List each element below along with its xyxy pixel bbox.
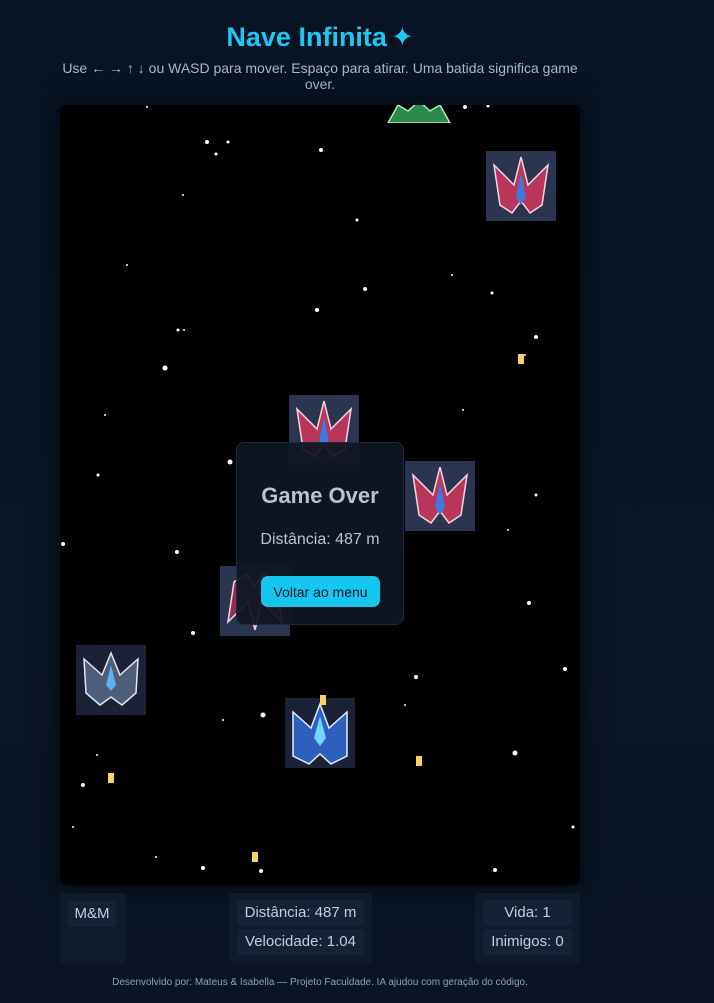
hud-enemies: Inimigos: 0	[483, 929, 572, 955]
sparkle-icon: ✦	[390, 22, 414, 52]
enemy-ship	[405, 461, 475, 531]
hud-stats-card: Distância: 487 m Velocidade: 1.04	[229, 893, 372, 963]
enemy-ship-green	[384, 105, 454, 123]
instructions-text: Use ← → ↑ ↓ ou WASD para mover. Espaço p…	[62, 60, 578, 92]
logo: M&M	[68, 901, 116, 927]
back-to-menu-button[interactable]: Voltar ao menu	[261, 576, 380, 607]
game-over-dialog: Game Over Distância: 487 m Voltar ao men…	[236, 442, 404, 625]
ally-ship	[76, 645, 146, 715]
bullet	[518, 354, 524, 364]
page-title: Nave Infinita ✦	[0, 22, 640, 53]
bullet	[416, 756, 422, 766]
game-over-distance: Distância: 487 m	[260, 531, 380, 548]
enemy-ship	[486, 151, 556, 221]
hud-status-card: Vida: 1 Inimigos: 0	[475, 893, 580, 963]
player-ship	[285, 698, 355, 768]
hud-logo-card: M&M	[60, 893, 126, 963]
game-page: Nave Infinita ✦ Use ← → ↑ ↓ ou WASD para …	[0, 0, 714, 1003]
hud-speed: Velocidade: 1.04	[237, 929, 364, 955]
bullet	[252, 852, 258, 862]
title-text: Nave Infinita	[226, 22, 387, 52]
bullet	[320, 695, 326, 705]
hud-life: Vida: 1	[483, 900, 572, 926]
bullet	[108, 773, 114, 783]
footer-credits: Desenvolvido por: Mateus & Isabella — Pr…	[112, 977, 528, 988]
hud-distance: Distância: 487 m	[237, 900, 364, 926]
game-over-title: Game Over	[261, 483, 379, 508]
